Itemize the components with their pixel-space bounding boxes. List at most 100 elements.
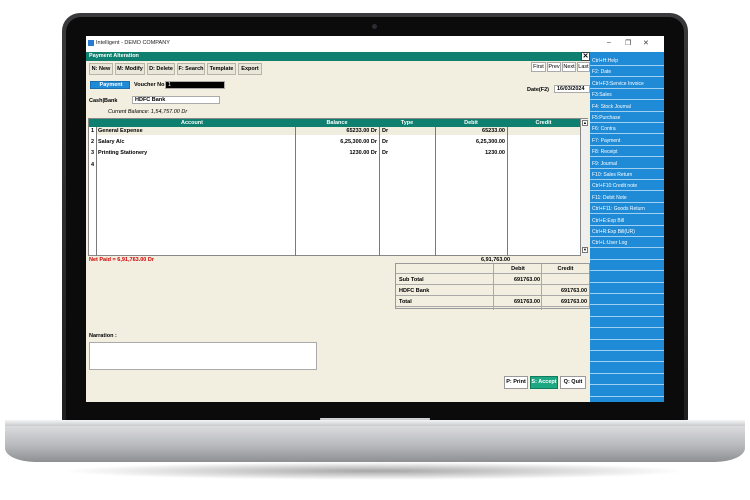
shortcut-item[interactable]: Ctrl+L:User Log [590,238,664,249]
export-button[interactable]: Export [238,63,262,75]
current-balance: Current Balance: 1,54,757.00 Dr [108,109,188,115]
row-debit[interactable]: 1230.00 [437,150,505,157]
totals-row-credit [542,275,587,285]
row-debit[interactable]: 6,25,300.00 [437,139,505,146]
shortcut-empty-slot [590,307,664,317]
scroll-down-icon[interactable]: ▼ [582,247,588,253]
shortcut-item[interactable]: F11: Debit Note [590,193,664,203]
col-credit: Credit [507,119,580,127]
app-screen: Intelligent - DEMO COMPANY – ❐ ✕ Payment… [86,36,664,402]
close-window-icon[interactable]: ✕ [643,39,649,47]
shortcut-empty-slot [590,387,664,397]
laptop-base [5,420,745,462]
row-account[interactable]: General Expense [98,128,143,135]
row-debit[interactable]: 65233.00 [437,128,505,135]
col-debit: Debit [435,119,507,127]
totals-row-debit: 691763.00 [514,299,540,305]
shortcut-empty-slot [590,250,664,260]
app-icon [88,40,94,46]
col-account: Account [89,119,295,127]
totals-row-label: Total [399,299,412,305]
row-type[interactable]: Dr [382,150,388,157]
window-title: Intelligent - DEMO COMPANY [96,40,170,46]
shortcut-item[interactable]: F3:Sales [590,90,664,101]
row-number: 3 [91,150,95,156]
totals-row-credit: 691763.00 [561,288,587,294]
shortcut-item[interactable]: F7: Payment [590,136,664,146]
row-balance: 65233.00 Dr [346,128,377,134]
row-type[interactable]: Dr [382,139,388,146]
grid-scrollbar[interactable]: ▲ ▼ [580,119,588,256]
shortcut-empty-slot [590,295,664,306]
scroll-up-icon[interactable]: ▲ [582,120,588,126]
row-number: 1 [91,128,95,134]
shortcut-empty-slot [590,284,664,294]
accept-button[interactable]: S: Accept [530,376,558,389]
shortcut-empty-slot [590,261,664,272]
maximize-icon[interactable]: ❐ [625,39,631,47]
totals-row-label: Sub Total [399,277,424,283]
totals-credit-header: Credit [557,266,574,272]
shortcut-empty-slot [590,352,664,363]
shortcut-empty-slot [590,273,664,283]
date-field[interactable]: 16/03/2024 [554,85,590,93]
shortcut-empty-slot [590,364,664,374]
date-label: Date(F2) [527,87,550,93]
form-titlebar: Payment Alteration [86,52,590,61]
voucher-type-badge: Payment [90,81,130,89]
totals-row-credit: 691763.00 [561,299,587,305]
row-account[interactable]: Printing Stationery [98,150,147,157]
search-button[interactable]: F: Search [177,63,205,75]
next-button[interactable]: Next [562,62,576,72]
row-balance: 6,25,300.00 Dr [340,139,377,145]
shortcut-item[interactable]: F5:Purchase [590,113,664,123]
entries-grid: Account Balance Type Debit Credit 1 Gene… [88,118,588,256]
shortcut-item[interactable]: F2: Date [590,67,664,78]
cashbank-field[interactable]: HDFC Bank [132,96,220,104]
col-type: Type [379,119,435,127]
row-balance: 1230.00 Dr [349,150,377,156]
last-button[interactable]: Last [577,62,590,72]
laptop-shadow [60,462,690,480]
shortcut-item[interactable]: Ctrl+F10:Credit note [590,181,664,192]
totals-row-debit [494,286,540,296]
shortcut-item[interactable]: Ctrl+F3:Service Invoice [590,79,664,89]
new-button[interactable]: N: New [89,63,113,75]
row-number: 4 [91,162,95,168]
net-paid-text: Net Paid = 6,91,763.00 Dr [89,257,154,263]
cashbank-label: Cash|Bank [89,98,118,104]
shortcut-empty-slot [590,318,664,329]
shortcut-item[interactable]: F6: Contra [590,124,664,135]
narration-input[interactable] [89,342,317,370]
row-type[interactable]: Dr [382,128,388,135]
delete-button[interactable]: D: Delete [147,63,175,75]
print-button[interactable]: P: Print [504,376,528,389]
window-titlebar: Intelligent - DEMO COMPANY – ❐ ✕ [86,36,664,52]
narration-label: Narration : [89,333,117,339]
shortcut-item[interactable]: Ctrl+F11: Goods Return [590,204,664,215]
minimize-icon[interactable]: – [607,39,611,46]
shortcut-item[interactable]: Ctrl+H:Help [590,56,664,66]
modify-button[interactable]: M: Modify [115,63,145,75]
close-form-icon[interactable]: ✕ [581,52,590,61]
shortcut-item[interactable]: F8: Receipt [590,147,664,158]
template-button[interactable]: Template [207,63,236,75]
totals-panel: Debit Credit Sub Total 691763.00 HDFC Ba… [395,263,590,310]
shortcut-item[interactable]: F10: Sales Return [590,170,664,180]
voucher-no-label: Voucher No [134,82,165,88]
prev-button[interactable]: Prev [547,62,561,72]
voucher-no-field[interactable]: 1 [165,81,225,89]
first-button[interactable]: First [531,62,546,72]
shortcut-item[interactable]: Ctrl+R:Exp Bill(UR) [590,227,664,237]
shortcut-item[interactable]: F4: Stock Journal [590,102,664,112]
shortcut-item[interactable]: Ctrl+E:Exp Bill [590,216,664,226]
shortcut-empty-slot [590,375,664,386]
quit-button[interactable]: Q: Quit [560,376,586,389]
shortcut-empty-slot [590,341,664,351]
row-number: 2 [91,139,95,145]
col-balance: Balance [295,119,379,127]
webcam [372,24,377,29]
row-account[interactable]: Salary A/c [98,139,124,146]
shortcut-item[interactable]: F9: Journal [590,159,664,169]
form-title: Payment Alteration [89,53,139,59]
